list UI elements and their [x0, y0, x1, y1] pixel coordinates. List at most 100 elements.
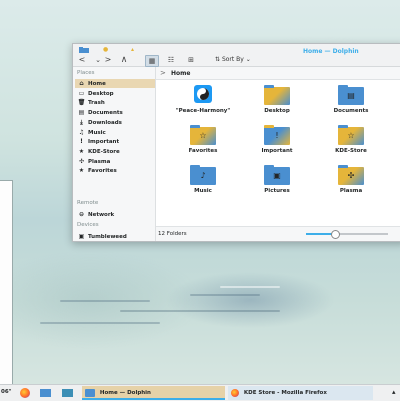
home-icon: ⌂: [77, 79, 86, 88]
sidebar-item-label: Trash: [88, 100, 105, 106]
important-icon: !: [77, 137, 86, 146]
pictures-folder-icon: ▣: [264, 165, 290, 185]
sidebar-item-label: Desktop: [88, 91, 114, 97]
sidebar-item-places-9[interactable]: ★Favorites: [77, 166, 152, 175]
folder-label: Important: [242, 148, 312, 154]
folder-tile[interactable]: ▣ Pictures: [242, 165, 312, 194]
music-folder-icon: ♪: [190, 165, 216, 185]
sidebar-item-label: Favorites: [88, 168, 117, 174]
zoom-slider-handle[interactable]: [331, 230, 340, 239]
files-launcher-icon[interactable]: [62, 389, 73, 397]
kde-store-folder-icon: ☆: [338, 125, 364, 145]
sidebar-item-places-4[interactable]: ⤓Downloads: [77, 118, 152, 127]
folder-tile[interactable]: "Peace-Harmony": [168, 85, 238, 114]
places-panel: Places ⌂Home▭Desktop🗑Trash▤Documents⤓Dow…: [73, 67, 156, 241]
plasma-folder-icon: ✣: [338, 165, 364, 185]
folder-tile[interactable]: ♪ Music: [168, 165, 238, 194]
sidebar-item-label: Plasma: [88, 159, 110, 165]
sidebar-item-places-6[interactable]: !Important: [77, 137, 152, 146]
background-window-edge[interactable]: [0, 180, 13, 386]
back-button[interactable]: <: [77, 55, 87, 65]
taskbar: 06" Home — Dolphin KDE Store - Mozilla F…: [0, 384, 400, 401]
folder-label: Music: [168, 188, 238, 194]
wallpaper-streak: [120, 310, 280, 312]
chevron-down-icon: ⌄: [246, 56, 251, 63]
sidebar-item-places-0[interactable]: ⌂Home: [75, 79, 155, 88]
forward-button[interactable]: >: [103, 55, 113, 65]
dolphin-window[interactable]: ● ▴ Home — Dolphin < ⌄ > ∧ ▦ ☷ ⊞ ⇅ Sort …: [72, 43, 400, 242]
music-icon: ♫: [77, 128, 86, 137]
folder-tile[interactable]: ! Important: [242, 125, 312, 154]
wallpaper-streak: [220, 286, 280, 288]
sidebar-item-places-3[interactable]: ▤Documents: [77, 108, 152, 117]
breadcrumb[interactable]: > Home: [156, 67, 400, 80]
folder-tile[interactable]: ☆ Favorites: [168, 125, 238, 154]
desktop-icon: ▭: [77, 89, 86, 98]
wallpaper-streak: [40, 322, 160, 324]
system-tray-icon[interactable]: ▴: [392, 388, 396, 396]
sidebar-item-places-8[interactable]: ✣Plasma: [77, 157, 152, 166]
dolphin-icon: [85, 389, 95, 397]
desktop-folder-icon: [264, 85, 290, 105]
folder-label: "Peace-Harmony": [168, 108, 238, 114]
details-view-button[interactable]: ⊞: [185, 55, 197, 65]
important-folder-icon: !: [264, 125, 290, 145]
up-button[interactable]: ∧: [119, 55, 129, 65]
remote-heading: Remote: [77, 200, 98, 206]
folder-label: Pictures: [242, 188, 312, 194]
keep-above-icon[interactable]: ▴: [131, 47, 136, 52]
sidebar-item-places-2[interactable]: 🗑Trash: [77, 98, 152, 107]
sort-by-button[interactable]: ⇅ Sort By ⌄: [215, 56, 251, 63]
folder-tile[interactable]: ▤ Documents: [316, 85, 386, 114]
star-icon: ★: [77, 147, 86, 156]
devices-heading: Devices: [77, 222, 99, 228]
firefox-launcher-icon[interactable]: [20, 388, 30, 398]
task-firefox[interactable]: KDE Store - Mozilla Firefox: [228, 386, 373, 400]
dolphin-launcher-icon[interactable]: [40, 389, 51, 397]
sidebar-item-label: Home: [88, 81, 106, 87]
wallpaper-streak: [190, 294, 260, 296]
task-dolphin[interactable]: Home — Dolphin: [82, 386, 225, 400]
folder-label: Desktop: [242, 108, 312, 114]
folder-label: Documents: [316, 108, 386, 114]
pin-icon[interactable]: ●: [103, 47, 108, 52]
sidebar-item-places-1[interactable]: ▭Desktop: [77, 89, 152, 98]
sidebar-item-places-7[interactable]: ★KDE-Store: [77, 147, 152, 156]
trash-icon: 🗑: [77, 98, 86, 107]
file-view[interactable]: > Home "Peace-Harmony" Desktop ▤ Documents ☆…: [156, 67, 400, 241]
compact-view-button[interactable]: ☷: [165, 55, 177, 65]
zoom-slider[interactable]: [306, 233, 388, 235]
breadcrumb-home[interactable]: Home: [171, 70, 190, 77]
folder-tile[interactable]: Desktop: [242, 85, 312, 114]
folder-label: Plasma: [316, 188, 386, 194]
sidebar-item-places-5[interactable]: ♫Music: [77, 128, 152, 137]
sidebar-item-label: Tumbleweed: [88, 234, 127, 240]
folder-tile[interactable]: ✣ Plasma: [316, 165, 386, 194]
firefox-icon: [231, 389, 239, 397]
clock-fragment: 06": [1, 389, 12, 395]
places-heading: Places: [77, 70, 95, 76]
folder-app-icon: [79, 47, 89, 53]
wallpaper-streak: [60, 300, 150, 302]
sidebar-item-remote-0[interactable]: ⊖Network: [77, 210, 152, 219]
sort-icon: ⇅: [215, 56, 220, 63]
sidebar-item-label: KDE-Store: [88, 149, 120, 155]
folder-tile[interactable]: ☆ KDE-Store: [316, 125, 386, 154]
status-text: 12 Folders: [158, 231, 187, 237]
title-bar[interactable]: ● ▴ Home — Dolphin < ⌄ > ∧ ▦ ☷ ⊞ ⇅ Sort …: [73, 44, 400, 67]
sidebar-item-label: Documents: [88, 110, 123, 116]
downloads-icon: ⤓: [77, 118, 86, 127]
icons-view-button[interactable]: ▦: [145, 55, 159, 67]
window-title: Home — Dolphin: [303, 48, 359, 55]
favorites-icon: ★: [77, 166, 86, 175]
sidebar-item-label: Music: [88, 130, 106, 136]
sidebar-item-label: Network: [88, 212, 114, 218]
documents-folder-icon: ▤: [338, 85, 364, 105]
folder-label: KDE-Store: [316, 148, 386, 154]
favorites-folder-icon: ☆: [190, 125, 216, 145]
dropdown-arrow-icon[interactable]: ⌄: [93, 55, 103, 65]
drive-icon: ▣: [77, 232, 86, 241]
yin-yang-icon: [190, 85, 216, 105]
folder-label: Favorites: [168, 148, 238, 154]
sidebar-item-devices-0[interactable]: ▣Tumbleweed: [77, 232, 152, 241]
